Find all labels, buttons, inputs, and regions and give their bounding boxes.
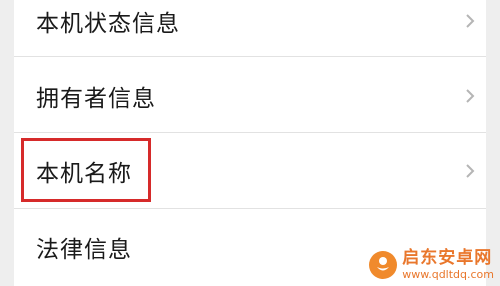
settings-item-label: 拥有者信息 <box>36 85 156 112</box>
watermark: 启东安卓网 www.qdltdq.com <box>368 250 494 280</box>
chevron-right-icon <box>466 13 475 28</box>
settings-item-label: 法律信息 <box>36 236 132 263</box>
watermark-title: 启东安卓网 <box>402 248 493 268</box>
chevron-right-icon <box>466 88 475 103</box>
highlight-box <box>21 138 151 202</box>
settings-item-owner-info[interactable]: 拥有者信息 <box>14 58 486 133</box>
watermark-logo-icon <box>369 251 398 279</box>
settings-item-label: 本机状态信息 <box>36 10 180 37</box>
watermark-url: www.qdltdq.com <box>402 268 494 281</box>
chevron-right-icon <box>466 163 475 178</box>
divider <box>14 56 486 57</box>
settings-item-device-status[interactable]: 本机状态信息 <box>14 0 486 58</box>
